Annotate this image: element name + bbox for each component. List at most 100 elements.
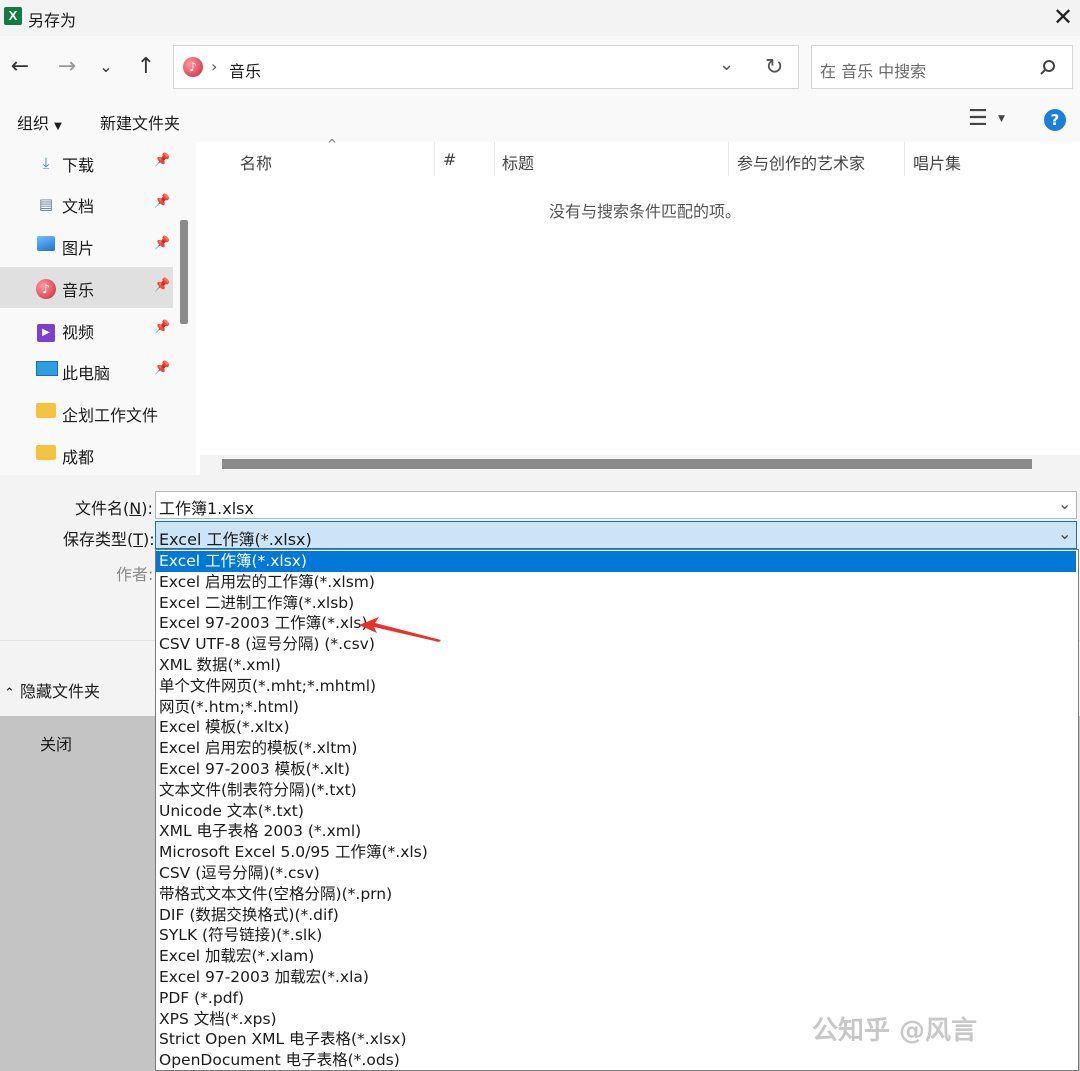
save-type-dropdown-list[interactable]: Excel 工作簿(*.xlsx) Excel 启用宏的工作簿(*.xlsm) Ex… (155, 549, 1079, 1071)
sort-ascending-icon: ^ (327, 137, 338, 151)
filename-field[interactable] (155, 491, 1077, 519)
file-type-option[interactable]: PDF (*.pdf) (156, 988, 1076, 1009)
file-type-option[interactable]: CSV (逗号分隔)(*.csv) (156, 863, 1076, 884)
sidebar-item-videos[interactable]: ▶ 视频 📌 (0, 309, 173, 350)
sidebar-item-label: 文档 (62, 197, 95, 216)
file-type-option[interactable]: Excel 二进制工作簿(*.xlsb) (156, 593, 1076, 614)
file-type-option[interactable]: Unicode 文本(*.txt) (156, 801, 1076, 822)
search-input[interactable]: 在 音乐 中搜索 (820, 58, 926, 82)
document-icon: ▤ (38, 195, 54, 213)
filename-label: 文件名(N): (75, 499, 153, 518)
nav-pane-scrollbar[interactable] (180, 220, 188, 324)
music-icon: ♪ (36, 278, 56, 299)
address-bar[interactable] (173, 45, 799, 89)
filename-dropdown-chevron-icon[interactable]: ⌄ (1058, 494, 1071, 513)
sidebar-item-label: 视频 (62, 323, 95, 342)
watermark: 公知乎 @风言 (812, 1016, 978, 1046)
save-type-label: 保存类型(T): (63, 530, 155, 549)
organize-button[interactable]: 组织 ▼ (17, 110, 62, 134)
caret-down-icon: ▼ (54, 121, 62, 132)
file-type-option[interactable]: Excel 加载宏(*.xlam) (156, 946, 1076, 967)
pin-icon[interactable]: 📌 (154, 320, 170, 335)
computer-icon (36, 361, 58, 381)
file-type-option[interactable]: DIF (数据交换格式)(*.dif) (156, 905, 1076, 926)
download-icon: ⤓ (42, 154, 50, 172)
file-type-option[interactable]: OpenDocument 电子表格(*.ods) (156, 1050, 1076, 1071)
annotation-arrow (359, 617, 441, 642)
pin-icon[interactable]: 📌 (154, 236, 170, 251)
pin-icon[interactable]: 📌 (154, 153, 170, 168)
breadcrumb-current[interactable]: 音乐 (229, 58, 261, 82)
file-type-option[interactable]: XML 数据(*.xml) (156, 655, 1076, 676)
file-type-option[interactable]: XML 电子表格 2003 (*.xml) (156, 821, 1076, 842)
column-header-title[interactable]: 标题 (502, 150, 534, 174)
address-dropdown-chevron-icon[interactable]: ⌄ (719, 54, 734, 75)
empty-message: 没有与搜索条件匹配的项。 (549, 202, 742, 221)
file-type-option[interactable]: 文本文件(制表符分隔)(*.txt) (156, 780, 1076, 801)
file-type-option[interactable]: Excel 模板(*.xltx) (156, 717, 1076, 738)
pin-icon[interactable]: 📌 (154, 278, 170, 293)
back-arrow-icon[interactable]: ← (5, 52, 35, 82)
sidebar-item-documents[interactable]: ▤ 文档 📌 (0, 183, 173, 224)
hide-folders-button[interactable]: ⌃ 隐藏文件夹 (4, 678, 100, 702)
new-folder-button[interactable]: 新建文件夹 (100, 110, 180, 134)
column-header-artist[interactable]: 参与创作的艺术家 (737, 150, 865, 174)
sidebar-item-folder-planning[interactable]: 企划工作文件 (0, 392, 173, 433)
refresh-icon[interactable]: ↻ (765, 55, 783, 80)
file-type-option[interactable]: Excel 启用宏的模板(*.xltm) (156, 738, 1076, 759)
filename-input[interactable]: 工作簿1.xlsx (159, 495, 254, 519)
organize-label: 组织 (17, 114, 50, 133)
picture-icon (36, 236, 56, 256)
hide-folders-label: 隐藏文件夹 (20, 682, 101, 701)
column-header-number[interactable]: # (443, 150, 456, 169)
recent-chevron-down-icon[interactable]: ⌄ (91, 52, 121, 82)
file-type-option[interactable]: 网页(*.htm;*.html) (156, 697, 1076, 718)
music-icon: ♪ (183, 57, 203, 77)
author-label: 作者: (116, 565, 154, 584)
file-type-option[interactable]: Excel 工作簿(*.xlsx) (156, 551, 1076, 572)
close-icon[interactable]: ✕ (1046, 0, 1080, 36)
column-divider[interactable] (904, 142, 905, 176)
sidebar-item-this-pc[interactable]: 此电脑 📌 (0, 350, 173, 391)
sidebar-item-pictures[interactable]: 图片 📌 (0, 225, 173, 266)
forward-arrow-icon[interactable]: → (52, 52, 82, 82)
view-options-icon[interactable]: ☰ (968, 106, 988, 131)
help-icon[interactable]: ? (1044, 109, 1066, 131)
column-divider[interactable] (434, 142, 435, 176)
chevron-up-icon: ⌃ (4, 686, 15, 701)
sidebar-item-label: 此电脑 (62, 364, 111, 383)
up-arrow-icon[interactable]: ↑ (131, 52, 161, 82)
file-type-option[interactable]: Microsoft Excel 5.0/95 工作簿(*.xls) (156, 842, 1076, 863)
horizontal-scrollbar-thumb[interactable] (222, 459, 1032, 469)
file-type-option[interactable]: Excel 97-2003 模板(*.xlt) (156, 759, 1076, 780)
breadcrumb-separator: › (211, 57, 218, 76)
file-type-option[interactable]: CSV UTF-8 (逗号分隔) (*.csv) (156, 634, 1076, 655)
file-list (200, 142, 1080, 475)
save-type-value[interactable]: Excel 工作簿(*.xlsx) (159, 526, 312, 550)
video-icon: ▶ (36, 320, 56, 342)
file-type-option[interactable]: Excel 97-2003 加载宏(*.xla) (156, 967, 1076, 988)
column-divider[interactable] (728, 142, 729, 176)
pin-icon[interactable]: 📌 (154, 194, 170, 209)
sidebar-item-music[interactable]: ♪ 音乐 📌 (0, 267, 173, 308)
save-type-chevron-icon[interactable]: ⌄ (1058, 524, 1071, 543)
column-header-name[interactable]: 名称 (240, 150, 272, 174)
sidebar-item-label: 图片 (62, 239, 95, 258)
file-type-option[interactable]: 带格式文本文件(空格分隔)(*.prn) (156, 884, 1076, 905)
sidebar-item-folder-chengdu[interactable]: 成都 (0, 434, 173, 475)
file-type-option[interactable]: 单个文件网页(*.mht;*.mhtml) (156, 676, 1076, 697)
window-title: 另存为 (28, 11, 77, 30)
sidebar-item-label: 音乐 (62, 281, 95, 300)
folder-icon (36, 403, 56, 423)
file-type-option[interactable]: Excel 97-2003 工作簿(*.xls) (156, 613, 1076, 634)
close-button[interactable]: 关闭 (40, 731, 72, 755)
file-type-option[interactable]: Excel 启用宏的工作簿(*.xlsm) (156, 572, 1076, 593)
sidebar-item-label: 企划工作文件 (62, 406, 159, 425)
file-type-option[interactable]: SYLK (符号链接)(*.slk) (156, 925, 1076, 946)
column-divider[interactable] (494, 142, 495, 176)
column-header-album[interactable]: 唱片集 (913, 150, 961, 174)
view-caret-icon[interactable]: ▼ (998, 114, 1005, 124)
pin-icon[interactable]: 📌 (154, 361, 170, 376)
sidebar-item-downloads[interactable]: ⤓ 下载 📌 (0, 142, 173, 183)
search-icon[interactable] (1039, 59, 1057, 77)
